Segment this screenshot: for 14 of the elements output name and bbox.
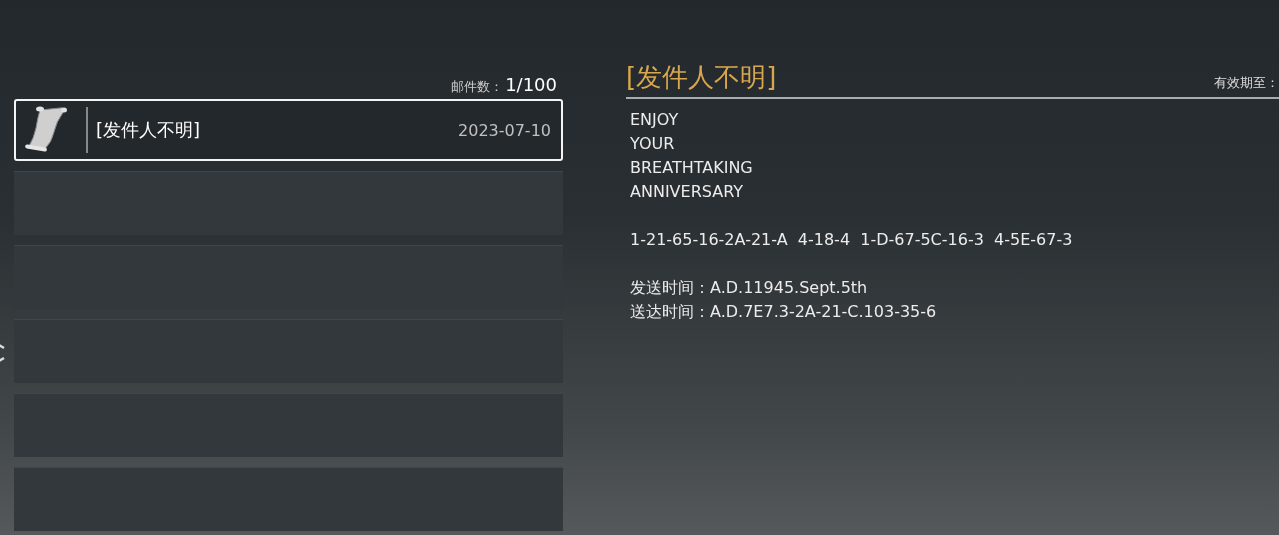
mail-item[interactable]: [发件人不明] 2023-07-10 <box>14 99 563 161</box>
mail-text-line: 发送时间：A.D.11945.Sept.5th <box>630 277 869 299</box>
mail-text-line: 送达时间：A.D.7E7.3-2A-21-C.103-35-6 <box>630 301 938 323</box>
mail-sender: [发件人不明] <box>96 118 202 142</box>
mail-text-line: ANNIVERSARY <box>630 181 745 203</box>
mail-date: 2023-07-10 <box>458 120 551 140</box>
mail-count: 1/100 <box>505 74 557 95</box>
mail-text-line: YOUR <box>630 133 676 155</box>
mail-text-line: ENJOY <box>630 109 680 131</box>
mail-count-label: 邮件数： <box>451 78 504 96</box>
mail-text-line: 1-21-65-16-2A-21-A 4-18-4 1-D-67-5C-16-3 4-5E-67-3 <box>630 229 1074 251</box>
mail-title: [发件人不明] <box>626 61 777 94</box>
mail-text-line: BREATHTAKING <box>630 157 754 179</box>
expiry-label: 有效期至： <box>1214 74 1279 92</box>
